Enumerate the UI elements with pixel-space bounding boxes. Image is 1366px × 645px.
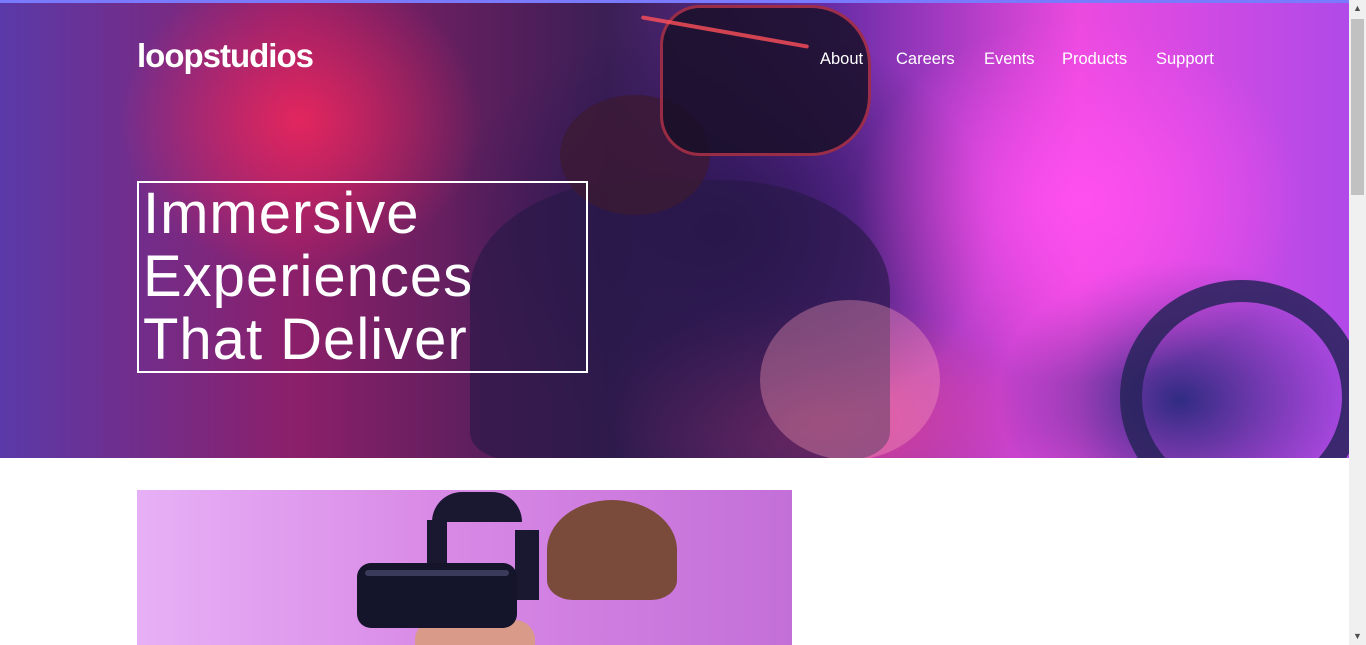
feature-image-headset-strap (432, 492, 522, 522)
nav-link-about[interactable]: About (820, 50, 863, 69)
hero-headline-line-1: Immersive (143, 181, 420, 246)
hero-headline-line-3: That Deliver (143, 307, 468, 372)
hero-section: loopstudios About Careers Events Product… (0, 0, 1349, 458)
scroll-down-arrow-icon[interactable]: ▼ (1349, 628, 1366, 645)
hero-headline-box: Immersive Experiences That Deliver (137, 181, 588, 373)
top-accent-line (0, 0, 1349, 3)
nav-link-events[interactable]: Events (984, 50, 1034, 69)
feature-image-strap-right (515, 530, 539, 600)
hero-headline-line-2: Experiences (143, 244, 474, 309)
hero-image-glow (760, 300, 940, 458)
main-nav: About Careers Events Products Support (0, 50, 1349, 72)
vertical-scrollbar[interactable]: ▲ ▼ (1349, 0, 1366, 645)
nav-link-careers[interactable]: Careers (896, 50, 955, 69)
feature-vr-image (137, 490, 792, 645)
feature-image-hair (547, 500, 677, 600)
nav-link-products[interactable]: Products (1062, 50, 1127, 69)
scrollbar-thumb[interactable] (1351, 19, 1364, 195)
nav-link-support[interactable]: Support (1156, 50, 1214, 69)
scroll-up-arrow-icon[interactable]: ▲ (1349, 0, 1366, 17)
feature-image-headset-edge (365, 570, 509, 576)
page-viewport: loopstudios About Careers Events Product… (0, 0, 1349, 645)
hero-image-steering-wheel (1120, 280, 1349, 458)
